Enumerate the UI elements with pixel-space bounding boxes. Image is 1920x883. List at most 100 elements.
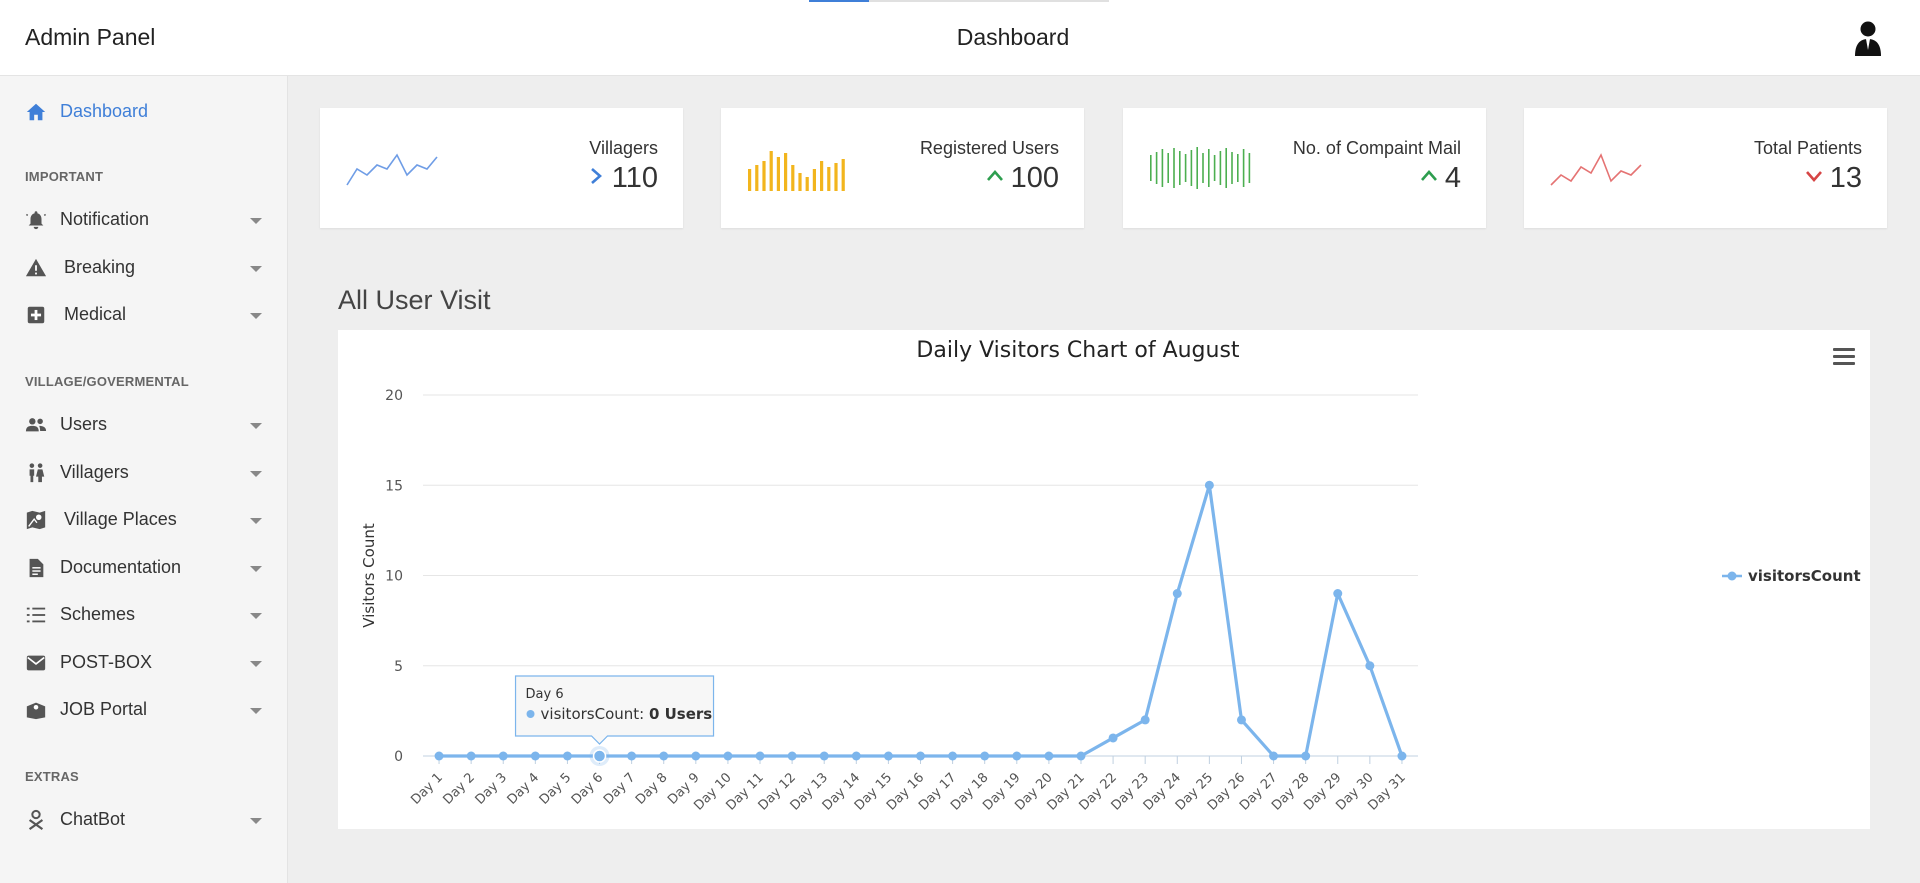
sidebar-item-schemes[interactable]: Schemes [0, 593, 287, 637]
data-point[interactable] [1140, 715, 1150, 725]
sidebar: Dashboard IMPORTANT Notification Breakin… [0, 76, 288, 883]
stat-card-complaint-mail[interactable]: No. of Compaint Mail 4 [1123, 108, 1486, 228]
data-point[interactable] [819, 751, 829, 761]
sidebar-item-documentation[interactable]: Documentation [0, 546, 287, 590]
list-icon [26, 607, 46, 623]
data-point[interactable] [627, 751, 637, 761]
chevron-down-icon [250, 313, 262, 319]
card-value: 110 [586, 162, 658, 195]
sparkbar [1242, 149, 1245, 187]
data-point[interactable] [530, 751, 540, 761]
chevron-down-icon [250, 518, 262, 524]
x-tick-label: Day 6 [569, 770, 607, 808]
tooltip-marker [526, 710, 535, 718]
data-point[interactable] [1044, 751, 1054, 761]
sidebar-item-users[interactable]: Users [0, 403, 287, 447]
data-point[interactable] [1076, 751, 1086, 761]
sidebar-item-label: Documentation [60, 557, 182, 577]
data-point[interactable] [434, 751, 444, 761]
sparkbar [841, 159, 845, 191]
sparkbar [755, 165, 759, 191]
card-value-number: 4 [1444, 162, 1461, 194]
data-point[interactable] [1108, 733, 1118, 743]
data-point[interactable] [1397, 751, 1407, 761]
data-point[interactable] [755, 751, 765, 761]
sparkbar [834, 163, 838, 191]
map-pin-icon [26, 510, 46, 530]
y-tick-label: 0 [394, 749, 403, 765]
chevron-down-icon [250, 218, 262, 224]
sparkbar [1196, 147, 1198, 189]
sidebar-item-post-box[interactable]: POST-BOX [0, 641, 287, 685]
data-point[interactable] [466, 751, 476, 761]
data-point[interactable] [883, 751, 893, 761]
data-point[interactable] [1012, 751, 1022, 761]
data-point[interactable] [1269, 751, 1279, 761]
tab-indicator-active [809, 0, 869, 2]
chart-legend[interactable]: visitorsCount [1722, 567, 1861, 585]
sidebar-item-label: Notification [60, 209, 150, 229]
legend-marker [1727, 571, 1737, 581]
data-point[interactable] [980, 751, 990, 761]
data-point[interactable] [916, 751, 925, 761]
tooltip-value: visitorsCount: 0 Users [541, 705, 713, 723]
chart-menu-icon[interactable] [1833, 348, 1855, 368]
sidebar-item-label: Schemes [60, 604, 136, 624]
card-title: Total Patients [1753, 138, 1862, 158]
data-point[interactable] [498, 751, 508, 761]
mail-icon [26, 655, 46, 671]
data-point[interactable] [562, 751, 572, 761]
stat-card-total-patients[interactable]: Total Patients 13 [1524, 108, 1887, 228]
chevron-down-icon [250, 661, 262, 667]
sparkbar [1173, 148, 1175, 188]
sidebar-item-dashboard[interactable]: Dashboard [0, 90, 287, 134]
data-point[interactable] [851, 751, 861, 761]
tooltip-series-name: visitorsCount: [541, 705, 649, 723]
sparkbar [784, 153, 788, 191]
sparkbar [1161, 149, 1164, 187]
user-avatar-icon[interactable] [1852, 20, 1884, 56]
data-point[interactable] [1204, 480, 1214, 490]
chevron-right-icon [590, 168, 602, 185]
sidebar-item-job-portal[interactable]: JOB Portal [0, 688, 287, 732]
data-point[interactable] [1365, 661, 1375, 671]
sidebar-item-notification[interactable]: Notification [0, 198, 287, 242]
data-point[interactable] [659, 751, 669, 761]
sparkbar [1219, 151, 1222, 185]
data-point[interactable] [787, 751, 797, 761]
card-value-number: 100 [1010, 162, 1059, 194]
sidebar-item-breaking[interactable]: Breaking [0, 246, 287, 290]
data-point[interactable] [948, 751, 958, 761]
sparkbar [798, 173, 802, 191]
document-icon [29, 558, 44, 578]
data-point[interactable] [691, 751, 701, 761]
sidebar-item-label: Breaking [64, 257, 136, 277]
sidebar-item-village-places[interactable]: Village Places [0, 498, 287, 542]
card-value-number: 110 [611, 162, 658, 194]
tooltip-value-text: 0 Users [649, 705, 712, 723]
sidebar-item-chatbot[interactable]: ChatBot [0, 798, 287, 842]
sidebar-item-villagers[interactable]: Villagers [0, 451, 287, 495]
data-point-hover[interactable] [592, 749, 607, 763]
card-title: No. of Compaint Mail [1292, 138, 1461, 158]
card-title: Villagers [589, 138, 658, 158]
sparkbar [1213, 155, 1216, 181]
data-point[interactable] [1333, 589, 1343, 599]
data-point[interactable] [1301, 751, 1311, 761]
users-icon [25, 418, 47, 432]
data-point[interactable] [1172, 589, 1182, 599]
stat-card-villagers[interactable]: Villagers 110 [320, 108, 683, 228]
y-tick-label: 5 [394, 659, 403, 675]
sparkbar [1208, 149, 1210, 187]
sidebar-item-medical[interactable]: Medical [0, 293, 287, 337]
chatbot-icon [28, 809, 44, 831]
sparkbar [791, 165, 795, 191]
data-point[interactable] [723, 751, 733, 761]
data-point[interactable] [1236, 715, 1246, 725]
stat-card-registered-users[interactable]: Registered Users 100 [721, 108, 1084, 228]
card-value: 100 [985, 162, 1059, 195]
chevron-down-icon [250, 423, 262, 429]
x-tick-label: Day 3 [473, 770, 511, 808]
sparkline-chart [346, 153, 438, 186]
section-village: VILLAGE/GOVERMENTAL [25, 374, 189, 389]
